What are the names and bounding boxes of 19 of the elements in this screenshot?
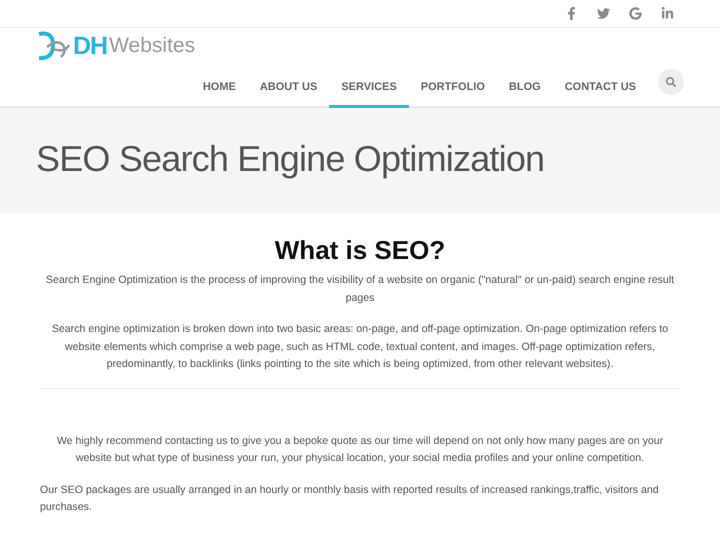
logo-text: Websites [109, 34, 196, 58]
nav-link[interactable]: HOME [190, 74, 248, 108]
paragraph: Search Engine Optimization is the process of improving the visibility of a website on organic ("natural" or un-paid) search engine result pages [44, 273, 676, 306]
nav-link[interactable]: PORTFOLIO [408, 74, 497, 108]
page-title: SEO Search Engine Optimization [36, 138, 544, 180]
paragraph: We highly recommend contacting us to give you a bepoke quote as our time will depend on not only how many pages are on your website but what type of business your run, your physical location, your social media profiles and your online competition. [56, 434, 664, 466]
twitter-icon[interactable] [596, 7, 610, 20]
section-heading: What is SEO? [274, 235, 446, 266]
logo-mark: DH [73, 32, 108, 60]
linkedin-icon[interactable] [660, 7, 674, 20]
google-icon[interactable] [628, 7, 642, 20]
nav-link[interactable]: ABOUT US [248, 74, 330, 108]
nav-link[interactable]: CONTACT US [552, 74, 648, 108]
paragraph: Our SEO packages are usually arranged in an hourly or monthly basis with reported results of increased rankings,traffic, visitors and purchases. [40, 482, 660, 515]
search-button[interactable] [658, 69, 684, 95]
paragraph: Search engine optimization is broken down into two basic areas: on-page, and off-page optimization. On-page optimization refers to website elements which comprise a web page, such as HTML code, textual content, and images. Off-page optimization refers, predominantly, to backlinks (links pointing to the site which is being optimized, from other relevant websites). [50, 322, 670, 372]
logo-icon [37, 31, 71, 61]
search-icon [666, 77, 676, 87]
nav-link[interactable]: BLOG [496, 74, 553, 108]
